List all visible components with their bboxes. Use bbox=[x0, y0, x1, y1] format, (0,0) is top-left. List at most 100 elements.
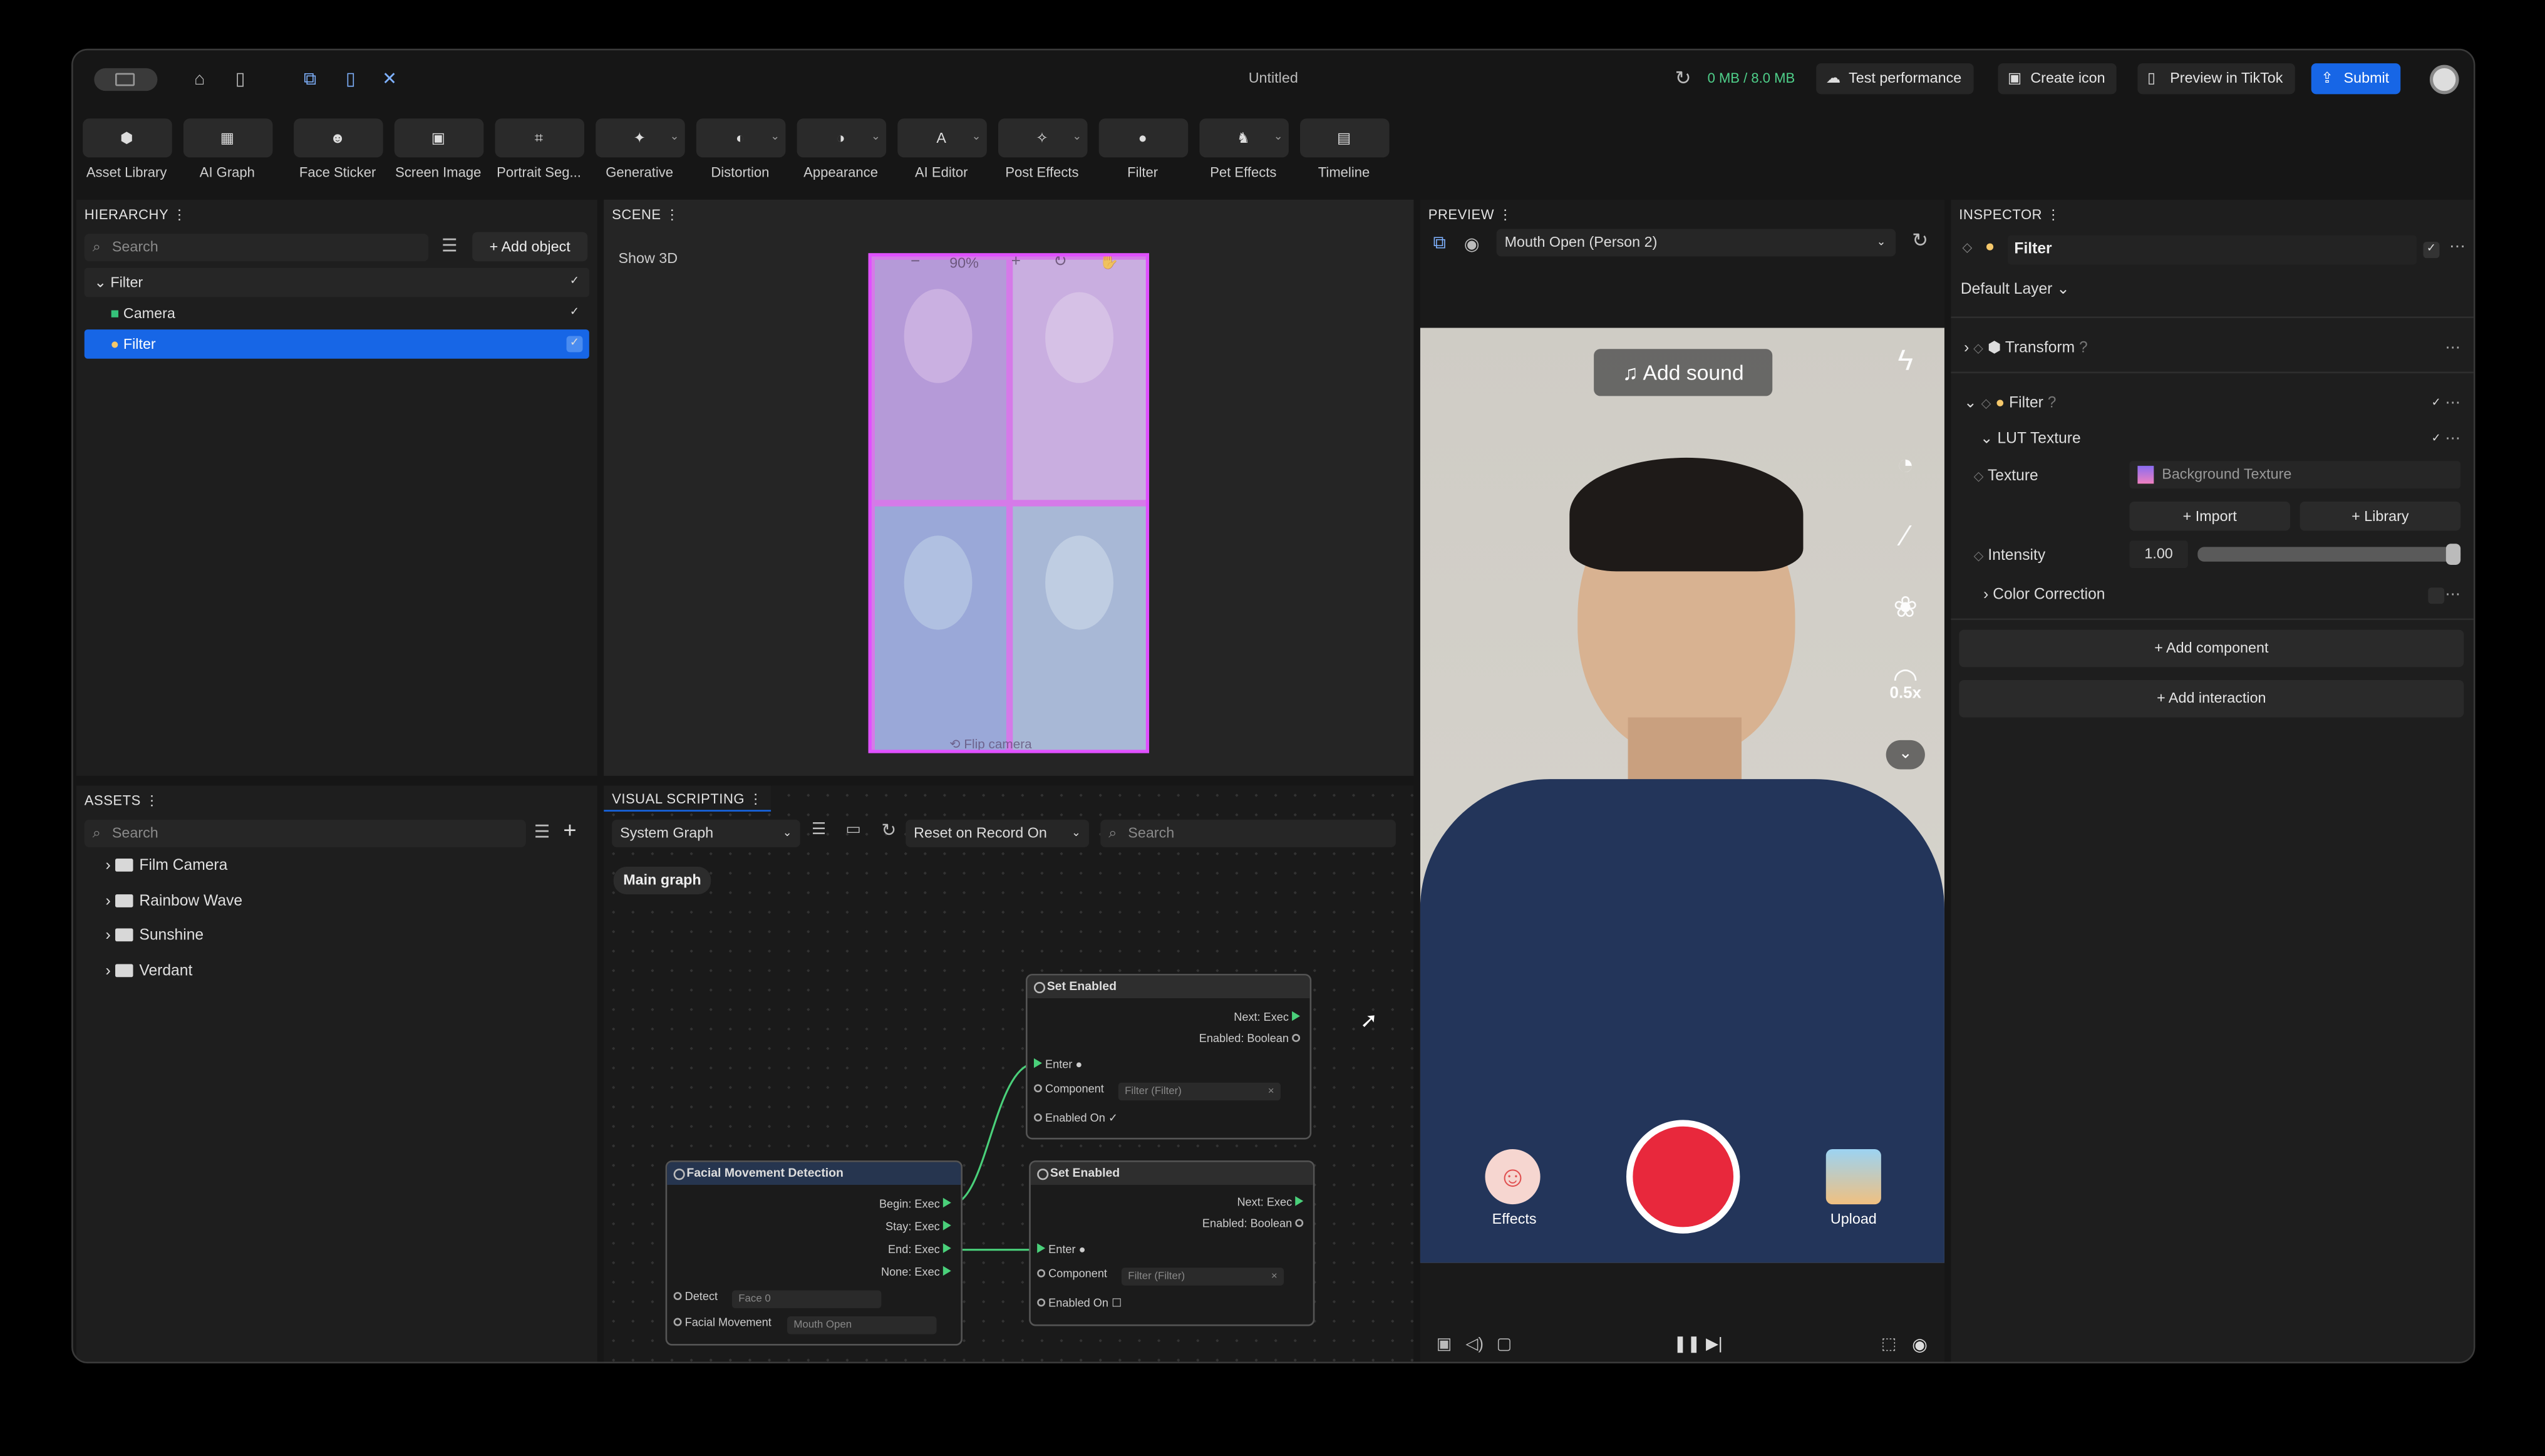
enabled-check-icon[interactable]: ✓ bbox=[2428, 431, 2444, 448]
chevron-down-icon[interactable]: ⌄ bbox=[1274, 118, 1283, 157]
facial-movement-detection-node[interactable]: Facial Movement Detection Begin: Exec St… bbox=[665, 1160, 963, 1346]
facial-movement-field[interactable]: Mouth Open bbox=[787, 1316, 937, 1335]
toolbar-item-portrait-seg[interactable]: ⌗ Portrait Seg... bbox=[488, 118, 589, 180]
add-component-button[interactable]: + Add component bbox=[1959, 629, 2464, 668]
toolbar-button[interactable]: ⬢ bbox=[81, 118, 172, 158]
refresh-icon[interactable]: ↻ bbox=[1672, 66, 1695, 89]
preview-subject-select[interactable]: Mouth Open (Person 2) ⌄ bbox=[1496, 229, 1896, 257]
flash-icon[interactable]: ϟ bbox=[1886, 341, 1925, 379]
layout-icon[interactable]: ⧉ bbox=[1433, 234, 1446, 255]
chevron-down-icon[interactable]: ⌄ bbox=[770, 118, 780, 157]
upload-button[interactable] bbox=[1825, 1149, 1881, 1205]
next-exec-port[interactable]: Next: Exec bbox=[1237, 1196, 1304, 1209]
toolbar-item-screen-image[interactable]: ▣ Screen Image bbox=[388, 118, 488, 180]
enabled-on-port[interactable]: Enabled On ☐ bbox=[1037, 1297, 1122, 1310]
object-name-input[interactable]: Filter bbox=[2008, 235, 2417, 265]
effects-button[interactable]: ☺ bbox=[1485, 1149, 1541, 1205]
asset-folder-sunshine[interactable]: › Sunshine bbox=[105, 924, 204, 949]
toolbar-item-timeline[interactable]: ▤ Timeline bbox=[1294, 118, 1395, 180]
more-icon[interactable]: ⋯ bbox=[2445, 339, 2461, 358]
filter-component-header[interactable]: ⌄ ◇ ● Filter ? ✓ ⋯ bbox=[1964, 395, 2460, 413]
magic-wand-icon[interactable]: ⁄ bbox=[1886, 516, 1925, 555]
test-performance-button[interactable]: ☁ Test performance bbox=[1816, 63, 1973, 95]
toolbar-button[interactable]: ▤ bbox=[1299, 118, 1389, 158]
toolbar-button[interactable]: ⌗ bbox=[494, 118, 584, 158]
end-exec-port[interactable]: End: Exec bbox=[888, 1243, 951, 1256]
zoom-out-button[interactable]: − bbox=[911, 257, 920, 271]
toolbar-item-appearance[interactable]: ◑ ⌄ Appearance bbox=[790, 118, 891, 180]
toolbar-item-post-effects[interactable]: ✧ ⌄ Post Effects bbox=[992, 118, 1093, 180]
pan-hand-icon[interactable]: ✋ bbox=[1099, 257, 1119, 271]
intensity-slider-thumb[interactable] bbox=[2445, 544, 2461, 565]
screen-icon[interactable]: ▢ bbox=[1497, 1336, 1512, 1354]
stay-exec-port[interactable]: Stay: Exec bbox=[885, 1221, 951, 1234]
visibility-check-icon[interactable]: ✓ bbox=[566, 336, 583, 353]
intensity-slider[interactable] bbox=[2197, 544, 2461, 565]
toolbar-button[interactable]: ♞ ⌄ bbox=[1199, 118, 1288, 158]
show-3d-toggle[interactable]: Show 3D bbox=[618, 250, 678, 266]
zoom-in-button[interactable]: + bbox=[1011, 257, 1021, 271]
toolbar-item-ai-graph[interactable]: ▦ AI Graph bbox=[177, 118, 278, 180]
record-toggle-icon[interactable]: ◉ bbox=[1912, 1334, 1928, 1355]
reset-view-icon[interactable]: ↻ bbox=[1053, 257, 1067, 271]
toolbar-button[interactable]: ✦ ⌄ bbox=[594, 118, 684, 158]
submit-button[interactable]: ⇪ Submit bbox=[2311, 63, 2401, 95]
pause-icon[interactable]: ❚❚ bbox=[1673, 1336, 1700, 1354]
texture-field[interactable]: Background Texture bbox=[2129, 461, 2461, 489]
avatar[interactable] bbox=[2429, 65, 2459, 95]
asset-folder-rainbow-wave[interactable]: › Rainbow Wave bbox=[105, 889, 242, 915]
transform-component-header[interactable]: › ◇ ⬢ Transform ? ⋯ bbox=[1964, 339, 2460, 358]
toolbar-item-asset-library[interactable]: ⬢ Asset Library bbox=[76, 118, 177, 180]
enabled-boolean-port[interactable]: Enabled: Boolean bbox=[1202, 1219, 1304, 1231]
add-interaction-button[interactable]: + Add interaction bbox=[1959, 679, 2464, 718]
chevron-down-icon[interactable]: ⌄ bbox=[972, 118, 981, 157]
none-exec-port[interactable]: None: Exec bbox=[881, 1266, 951, 1279]
record-button[interactable] bbox=[1626, 1120, 1740, 1234]
visibility-check-icon[interactable]: ✓ bbox=[567, 305, 583, 321]
component-port[interactable]: Component bbox=[1033, 1084, 1104, 1095]
volume-icon[interactable]: ◁) bbox=[1465, 1336, 1484, 1354]
enter-port[interactable]: Enter ● bbox=[1033, 1058, 1082, 1071]
hierarchy-item-filter-group[interactable]: ⌄ Filter ✓ bbox=[84, 267, 589, 297]
enabled-check-icon[interactable]: ✓ bbox=[2423, 242, 2440, 259]
toolbar-button[interactable]: ◐ ⌄ bbox=[695, 118, 785, 158]
hierarchy-search-input[interactable]: ⌕ Search bbox=[84, 234, 429, 262]
toolbar-item-distortion[interactable]: ◐ ⌄ Distortion bbox=[690, 118, 791, 180]
toolbar-button[interactable]: ◑ ⌄ bbox=[796, 118, 885, 158]
toolbar-button[interactable]: ☻ bbox=[292, 118, 383, 158]
enabled-check-icon[interactable] bbox=[2428, 587, 2445, 604]
filter-list-icon[interactable]: ☰ bbox=[534, 821, 550, 842]
preview-in-tiktok-button[interactable]: ▯ Preview in TikTok bbox=[2137, 63, 2295, 95]
add-sound-button[interactable]: ♫ Add sound bbox=[1594, 349, 1773, 396]
toolbar-item-generative[interactable]: ✦ ⌄ Generative bbox=[589, 118, 690, 180]
create-icon-button[interactable]: ▣ Create icon bbox=[1998, 63, 2117, 95]
toolbar-item-face-sticker[interactable]: ☻ Face Sticker bbox=[287, 118, 388, 180]
lut-texture-group[interactable]: ⌄ LUT Texture ✓ ⋯ bbox=[1980, 430, 2460, 448]
crop-icon[interactable]: ⬚ bbox=[1881, 1336, 1897, 1354]
detect-field[interactable]: Face 0 bbox=[731, 1290, 882, 1308]
component-field[interactable]: Filter (Filter) × bbox=[1121, 1268, 1284, 1286]
library-button[interactable]: + Library bbox=[2300, 501, 2461, 531]
import-button[interactable]: + Import bbox=[2129, 501, 2291, 531]
detect-port[interactable]: Detect bbox=[673, 1292, 718, 1303]
set-enabled-node-1[interactable]: Set Enabled Next: Exec Enabled: Boolean … bbox=[1026, 974, 1312, 1140]
chevron-down-icon[interactable]: ⌄ bbox=[669, 118, 679, 157]
component-port[interactable]: Component bbox=[1037, 1269, 1107, 1281]
facial-movement-port[interactable]: Facial Movement bbox=[673, 1318, 772, 1330]
more-chevron-button[interactable]: ⌄ bbox=[1886, 740, 1925, 770]
more-icon[interactable]: ⋯ bbox=[2445, 395, 2461, 413]
component-field[interactable]: Filter (Filter) × bbox=[1118, 1082, 1281, 1101]
timer-icon[interactable]: ◔ bbox=[1886, 445, 1925, 483]
step-forward-icon[interactable]: ▶| bbox=[1706, 1336, 1723, 1354]
toolbar-item-pet-effects[interactable]: ♞ ⌄ Pet Effects bbox=[1193, 118, 1294, 180]
enter-port[interactable]: Enter ● bbox=[1037, 1243, 1086, 1256]
more-icon[interactable]: ⋯ bbox=[2449, 239, 2465, 257]
toolbar-button[interactable]: ✧ ⌄ bbox=[997, 118, 1087, 158]
toolbar-button[interactable]: ▦ bbox=[182, 118, 272, 158]
enabled-check-icon[interactable]: ✓ bbox=[2428, 396, 2444, 412]
enabled-on-port[interactable]: Enabled On ✓ bbox=[1033, 1112, 1118, 1125]
toolbar-button[interactable]: ● bbox=[1098, 118, 1187, 158]
flip-camera-button[interactable]: ⟲ Flip camera bbox=[949, 737, 1031, 750]
assets-search-input[interactable]: ⌕ Search bbox=[84, 819, 526, 847]
beauty-filter-icon[interactable]: ❀ bbox=[1886, 587, 1925, 626]
